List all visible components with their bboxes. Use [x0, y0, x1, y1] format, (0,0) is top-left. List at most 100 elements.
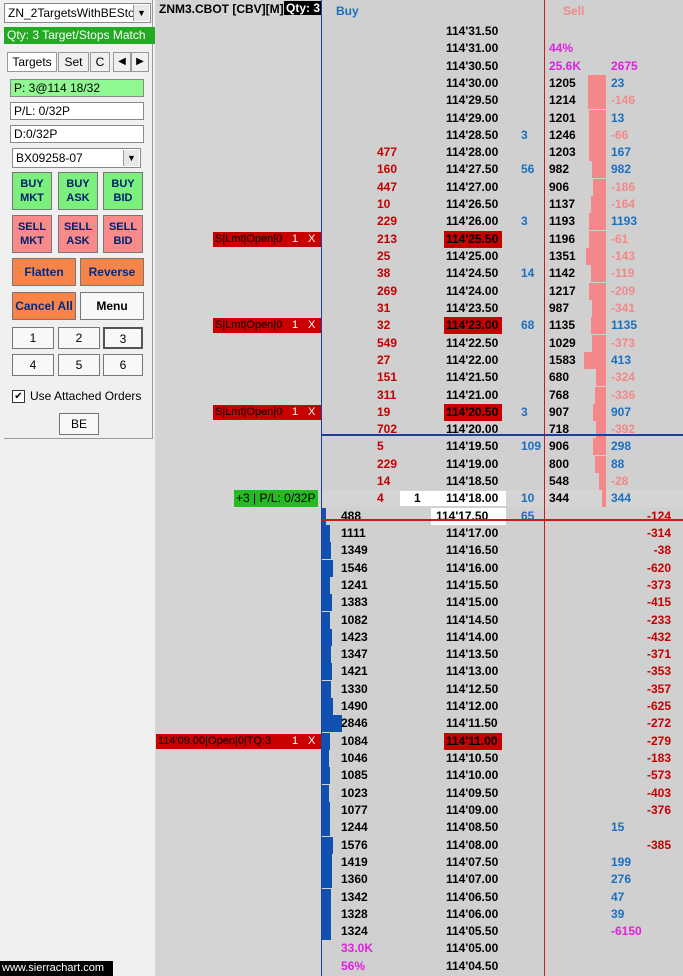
tab-targets[interactable]: Targets — [7, 52, 57, 72]
ask-size-cell[interactable]: 982 — [549, 161, 569, 178]
bid-size-cell[interactable]: 1111 — [341, 525, 366, 542]
ladder-row[interactable]: 114'26.00 229 3 1193 1193 — [156, 213, 683, 231]
account-select[interactable]: BX09258-07 ▼ — [12, 148, 141, 168]
ladder-row[interactable]: 114'06.00 1328 39 — [156, 905, 683, 923]
ladder-row[interactable]: 114'20.50 19 3 907 907 S|Lmt|Open|0 1 X — [156, 403, 683, 421]
breakeven-button[interactable]: BE — [59, 413, 99, 435]
ladder-row[interactable]: 114'25.50 213 1196 -61 S|Lmt|Open|0 1 X — [156, 230, 683, 248]
ask-size-cell[interactable]: 907 — [549, 404, 569, 421]
ladder-row[interactable]: 114'10.00 1085 -573 — [156, 767, 683, 785]
menu-button[interactable]: Menu — [80, 292, 144, 320]
ladder-row[interactable]: 114'12.50 1330 -357 — [156, 680, 683, 698]
ladder-row[interactable]: 114'31.50 — [156, 23, 683, 40]
ladder-row[interactable]: 114'14.50 1082 -233 — [156, 611, 683, 629]
ask-size-cell[interactable]: 906 — [549, 179, 569, 196]
bid-volume-cell[interactable]: 27 — [377, 352, 390, 369]
ask-size-cell[interactable]: 1135 — [549, 317, 575, 334]
ladder-row[interactable]: 114'23.50 31 987 -341 — [156, 299, 683, 317]
ladder-row[interactable]: 114'23.00 32 68 1135 1135 S|Lmt|Open|0 1 X — [156, 317, 683, 335]
working-order-tag[interactable]: S|Lmt|Open|0 — [213, 404, 290, 420]
ladder-row[interactable]: 114'05.50 1324 -6150 — [156, 923, 683, 941]
price-ladder[interactable]: ZNM3.CBOT [CBV][M] Qty: 3 Buy Sell 114'3… — [156, 0, 683, 976]
ladder-row[interactable]: 114'07.50 1419 199 — [156, 853, 683, 871]
bid-volume-cell[interactable]: 229 — [377, 456, 397, 473]
bid-volume-cell[interactable]: 32 — [377, 317, 390, 334]
bid-size-cell[interactable]: 1324 — [341, 923, 368, 940]
bid-volume-cell[interactable]: 31 — [377, 300, 390, 317]
order-qty-tag[interactable]: 1 — [290, 318, 306, 334]
tab-set[interactable]: Set — [58, 52, 89, 72]
ladder-row[interactable]: 114'21.00 311 768 -336 — [156, 386, 683, 404]
bid-size-cell[interactable]: 1490 — [341, 698, 368, 715]
ladder-row[interactable]: 114'10.50 1046 -183 — [156, 750, 683, 768]
ask-size-cell[interactable]: 1142 — [549, 265, 575, 282]
bid-size-cell[interactable]: 1576 — [341, 837, 368, 854]
trading-symbol-select[interactable]: ZN_2TargetsWithBESto ▼ — [4, 3, 151, 23]
bid-size-cell[interactable]: 1082 — [341, 612, 368, 629]
ask-size-cell[interactable]: 1583 — [549, 352, 576, 369]
bid-size-cell[interactable]: 56% — [341, 958, 365, 975]
qty-5-button[interactable]: 5 — [58, 354, 100, 376]
ask-size-cell[interactable]: 1214 — [549, 92, 576, 109]
bid-size-cell[interactable]: 1360 — [341, 871, 368, 888]
bid-volume-cell[interactable]: 311 — [377, 387, 396, 404]
bid-volume-cell[interactable]: 38 — [377, 265, 390, 282]
ladder-row[interactable]: 114'21.50 151 680 -324 — [156, 369, 683, 387]
tab-scroll-left-icon[interactable]: ◀ — [113, 52, 131, 72]
ladder-row[interactable]: 114'17.50 65 488 -124 — [156, 507, 683, 525]
bid-size-cell[interactable]: 1546 — [341, 560, 368, 577]
bid-volume-cell[interactable]: 447 — [377, 179, 397, 196]
ask-size-cell[interactable]: 1203 — [549, 144, 576, 161]
ladder-row[interactable]: 114'05.00 33.0K — [156, 940, 683, 957]
ladder-row[interactable]: 114'07.00 1360 276 — [156, 871, 683, 889]
ladder-row[interactable]: 114'22.50 549 1029 -373 — [156, 334, 683, 352]
bid-size-cell[interactable]: 1347 — [341, 646, 368, 663]
ask-size-cell[interactable]: 344 — [549, 490, 569, 507]
ask-size-cell[interactable]: 768 — [549, 387, 569, 404]
bid-size-cell[interactable]: 488 — [341, 508, 361, 525]
bid-size-cell[interactable]: 1084 — [341, 733, 368, 750]
ladder-row[interactable]: 114'18.50 14 548 -28 — [156, 473, 683, 491]
bid-volume-cell[interactable]: 151 — [377, 369, 397, 386]
ladder-row[interactable]: 114'11.00 1084 -279 114'09.00|Open|0|TQ:3 1 X — [156, 732, 683, 750]
ladder-row[interactable]: 114'04.50 56% — [156, 958, 683, 975]
ladder-row[interactable]: 114'17.00 1111 -314 — [156, 524, 683, 542]
bid-volume-cell[interactable]: 5 — [377, 438, 384, 455]
ladder-row[interactable]: 114'27.50 160 56 982 982 — [156, 161, 683, 179]
ladder-row[interactable]: 114'24.00 269 1217 -209 — [156, 282, 683, 300]
ask-size-cell[interactable]: 1196 — [549, 231, 575, 248]
qty-4-button[interactable]: 4 — [12, 354, 54, 376]
cancel-order-icon[interactable]: X — [306, 404, 322, 420]
tab-c[interactable]: C — [90, 52, 110, 72]
ladder-row[interactable]: 114'30.50 25.6K 2675 — [156, 58, 683, 75]
order-qty-tag[interactable]: 1 — [290, 231, 306, 247]
ladder-row[interactable]: 114'18.00 1 4 10 344 344 +3 | P/L: 0/32P — [156, 490, 683, 508]
ask-size-cell[interactable]: 44% — [549, 40, 573, 57]
ladder-row[interactable]: 114'29.00 1201 13 — [156, 109, 683, 127]
use-attached-orders-checkbox[interactable]: ✔ — [12, 390, 25, 403]
ask-size-cell[interactable]: 1351 — [549, 248, 576, 265]
ladder-row[interactable]: 114'29.50 1214 -146 — [156, 92, 683, 110]
ladder-row[interactable]: 114'19.50 5 109 906 298 — [156, 438, 683, 456]
bid-size-cell[interactable]: 1423 — [341, 629, 368, 646]
reverse-button[interactable]: Reverse — [80, 258, 144, 286]
ask-size-cell[interactable]: 680 — [549, 369, 569, 386]
ask-size-cell[interactable]: 1205 — [549, 75, 576, 92]
bid-volume-cell[interactable]: 229 — [377, 213, 397, 230]
ask-size-cell[interactable]: 1193 — [549, 213, 575, 230]
bid-size-cell[interactable]: 1330 — [341, 681, 368, 698]
flatten-button[interactable]: Flatten — [12, 258, 76, 286]
buy-bid-button[interactable]: BUY BID — [103, 172, 143, 210]
ladder-row[interactable]: 114'08.00 1576 -385 — [156, 836, 683, 854]
bid-size-cell[interactable]: 1046 — [341, 750, 368, 767]
cancel-order-icon[interactable]: X — [306, 733, 322, 749]
ladder-row[interactable]: 114'16.00 1546 -620 — [156, 559, 683, 577]
bid-volume-cell[interactable]: 25 — [377, 248, 390, 265]
sell-bid-button[interactable]: SELL BID — [103, 215, 143, 253]
order-qty-tag[interactable]: 1 — [290, 404, 306, 420]
bid-size-cell[interactable]: 1241 — [341, 577, 368, 594]
bid-volume-cell[interactable]: 213 — [377, 231, 397, 248]
bid-volume-cell[interactable]: 14 — [377, 473, 390, 490]
bid-size-cell[interactable]: 1023 — [341, 785, 368, 802]
buy-market-button[interactable]: BUY MKT — [12, 172, 52, 210]
